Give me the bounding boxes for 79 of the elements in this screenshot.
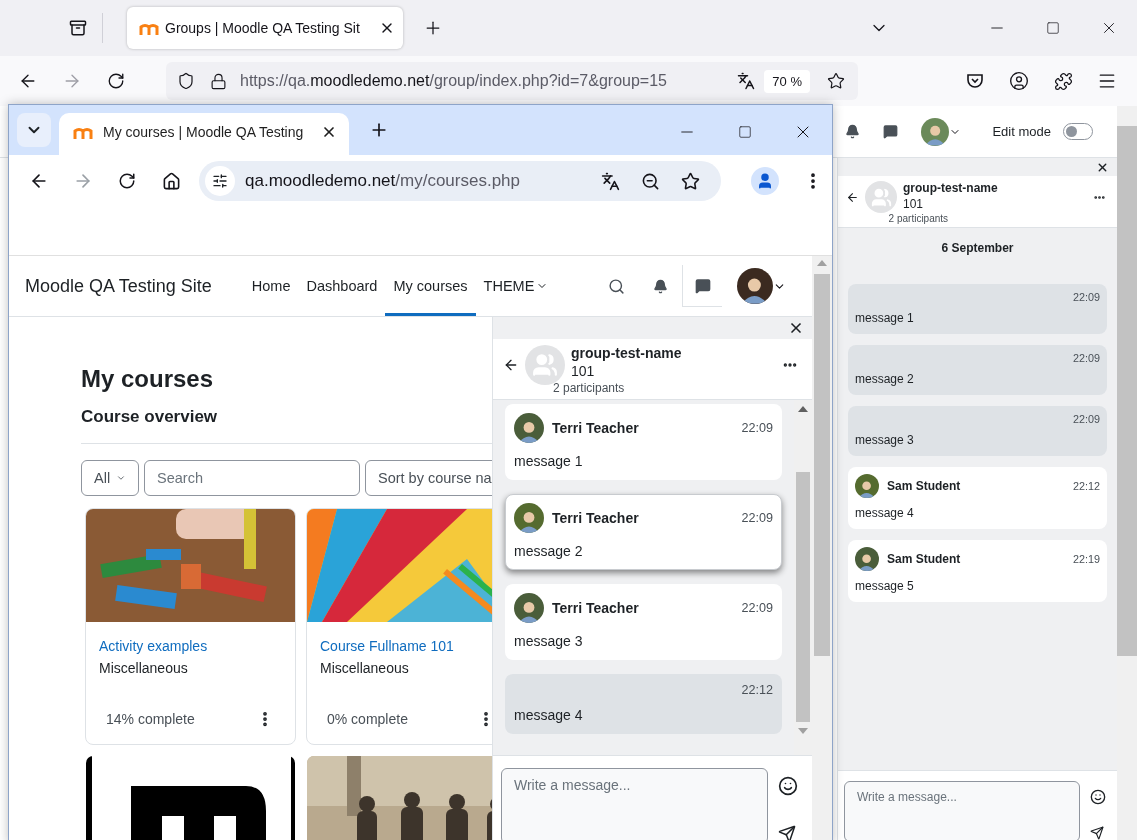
- sender-name: Terri Teacher: [552, 420, 639, 436]
- url-text[interactable]: qa.moodledemo.net/my/courses.php: [245, 171, 587, 191]
- completion-label: 14% complete: [106, 711, 195, 727]
- user-avatar: [514, 593, 544, 623]
- moodle-logo-icon: [73, 125, 93, 139]
- group-subtitle: 101: [571, 363, 596, 379]
- send-icon[interactable]: [1090, 826, 1104, 840]
- user-avatar: [855, 474, 879, 498]
- tab-search-button[interactable]: [17, 113, 51, 147]
- group-subtitle: 101: [903, 197, 925, 211]
- page-scrollbar[interactable]: [1117, 106, 1137, 840]
- group-name: group-test-name: [903, 181, 999, 195]
- message-icon[interactable]: [682, 265, 722, 307]
- user-avatar: [921, 117, 950, 146]
- date-heading: 6 September: [940, 240, 1015, 257]
- user-avatar: [514, 503, 544, 533]
- message-time: 22:09: [1072, 352, 1100, 364]
- browser-tab[interactable]: My courses | Moodle QA Testing: [59, 113, 349, 155]
- sender-name: Sam Student: [887, 479, 961, 493]
- message-time: 22:09: [741, 601, 773, 615]
- browser-tab[interactable]: Groups | Moodle QA Testing Sit: [127, 7, 403, 49]
- message-text: message 2: [855, 372, 915, 386]
- section-heading: Course overview: [81, 407, 218, 427]
- user-avatar: [736, 268, 773, 304]
- emoji-icon[interactable]: [1090, 789, 1106, 805]
- site-settings-icon[interactable]: [205, 166, 235, 196]
- moodle-logo-icon: [139, 21, 159, 35]
- message-time: 22:12: [1072, 480, 1100, 492]
- message-time: 22:09: [741, 421, 773, 435]
- url-text[interactable]: https://qa.moodledemo.net/group/index.php?id=7&group=15: [240, 72, 729, 90]
- user-avatar: [514, 413, 544, 443]
- edit-mode-label: Edit mode: [992, 124, 1051, 139]
- message-text: message 1: [855, 311, 915, 325]
- emoji-icon[interactable]: [778, 776, 798, 796]
- completion-label: 0% complete: [327, 711, 408, 727]
- group-name: group-test-name: [571, 345, 683, 361]
- user-avatar: [855, 547, 879, 571]
- message-time: 22:09: [1072, 291, 1100, 303]
- sender-name: Sam Student: [887, 552, 961, 566]
- course-link[interactable]: Activity examples: [99, 638, 282, 654]
- message-text: message 3: [855, 433, 915, 447]
- course-category: Miscellaneous: [320, 660, 410, 676]
- message-text: message 3: [514, 633, 584, 649]
- address-bar[interactable]: https://qa.moodledemo.net/group/index.php?id=7&group=15 70 %: [166, 62, 858, 100]
- zoom-level[interactable]: 70 %: [764, 69, 810, 93]
- participants-count: 2 participants: [888, 213, 950, 224]
- message-time: 22:19: [1072, 553, 1100, 565]
- nav-link[interactable]: Dashboard: [298, 256, 386, 316]
- address-bar[interactable]: qa.moodledemo.net/my/courses.php: [199, 161, 721, 201]
- nav-link[interactable]: Home: [243, 256, 299, 316]
- message-time: 22:09: [741, 511, 773, 525]
- message-field[interactable]: Write a message...: [844, 781, 1080, 840]
- message-field[interactable]: Write a message...: [501, 768, 768, 840]
- participants-count: 2 participants: [553, 381, 626, 395]
- message-text: message 4: [514, 707, 584, 723]
- close-tab-icon[interactable]: [321, 124, 337, 140]
- profile-icon[interactable]: [751, 167, 779, 195]
- message-text: message 2: [514, 543, 584, 559]
- scroll-up-icon[interactable]: [798, 406, 808, 412]
- message-text: message 4: [855, 506, 915, 520]
- back-arrow-icon[interactable]: [846, 191, 859, 204]
- nav-link[interactable]: My courses: [385, 256, 476, 316]
- close-icon[interactable]: [788, 320, 804, 336]
- site-name[interactable]: Moodle QA Testing Site: [25, 275, 212, 297]
- sender-name: Terri Teacher: [552, 600, 639, 616]
- group-avatar-icon: [525, 345, 565, 385]
- message-text: message 5: [855, 579, 915, 593]
- send-icon[interactable]: [778, 825, 796, 840]
- message-time: 22:09: [1072, 413, 1100, 425]
- nav-link[interactable]: THEME: [475, 256, 557, 316]
- group-avatar-icon: [865, 181, 897, 213]
- filter-select[interactable]: All: [81, 460, 139, 496]
- course-category: Miscellaneous: [99, 660, 189, 676]
- message-time: 22:12: [741, 683, 773, 697]
- search-field[interactable]: Search: [144, 460, 360, 496]
- edit-mode-toggle[interactable]: [1063, 123, 1093, 140]
- page-heading: My courses: [81, 365, 214, 393]
- page-scrollbar[interactable]: [812, 256, 832, 840]
- sender-name: Terri Teacher: [552, 510, 639, 526]
